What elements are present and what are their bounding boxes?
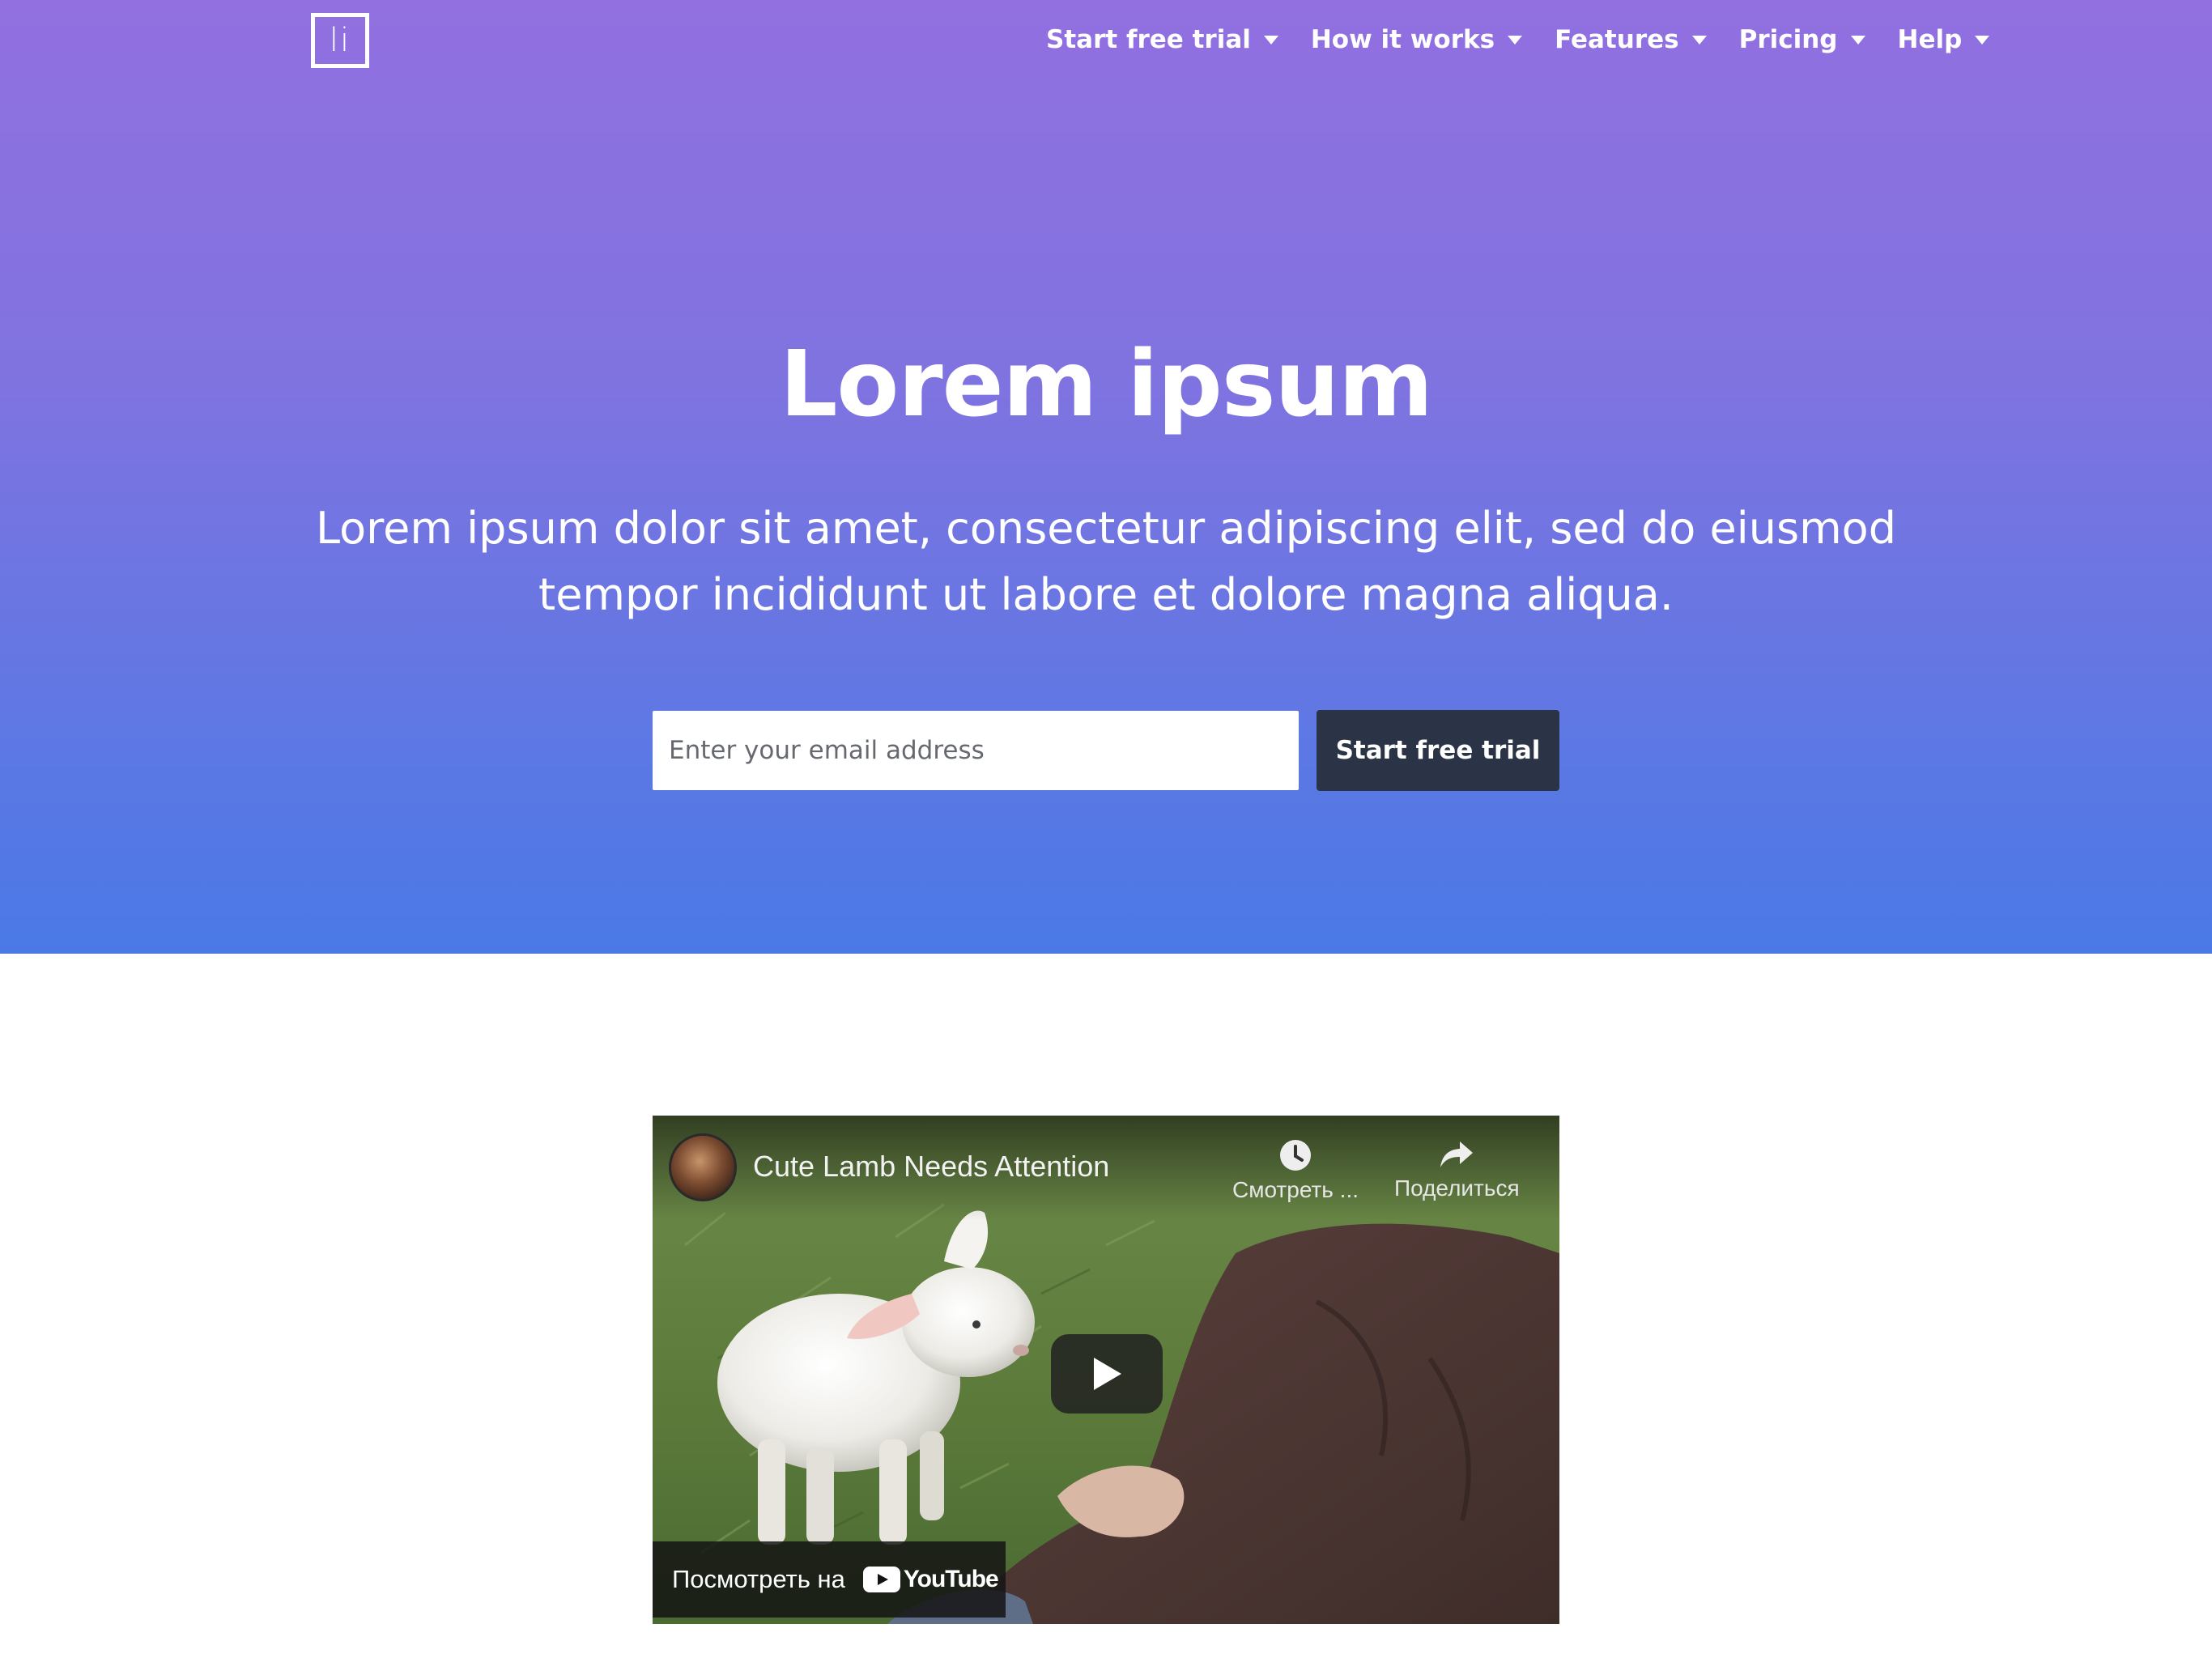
youtube-play-icon xyxy=(862,1567,900,1592)
youtube-logo: YouTube xyxy=(862,1566,999,1593)
play-button[interactable] xyxy=(1051,1334,1163,1414)
share-icon xyxy=(1440,1141,1474,1167)
video-embed[interactable]: Cute Lamb Needs Attention Смотреть ... П… xyxy=(653,1116,1559,1624)
nav-item-label: Features xyxy=(1555,25,1679,54)
play-icon xyxy=(1094,1358,1121,1390)
clock-icon xyxy=(1280,1140,1311,1171)
share-button[interactable]: Поделиться xyxy=(1394,1138,1520,1201)
watch-later-label: Смотреть ... xyxy=(1232,1177,1359,1202)
nav-item-start-free-trial[interactable]: Start free trial xyxy=(1046,25,1278,54)
caret-down-icon xyxy=(1263,35,1278,45)
watch-on-label: Посмотреть на xyxy=(672,1565,845,1593)
hero-subtitle: Lorem ipsum dolor sit amet, consectetur … xyxy=(296,495,1916,628)
main-nav: Start free trial How it works Features P… xyxy=(1046,19,1990,60)
site-logo[interactable]: li xyxy=(311,13,369,68)
nav-item-pricing[interactable]: Pricing xyxy=(1739,25,1865,54)
hero-title: Lorem ipsum xyxy=(780,332,1433,437)
hero-subtitle-line-1: Lorem ipsum dolor sit amet, consectetur … xyxy=(315,503,1896,554)
nav-item-how-it-works[interactable]: How it works xyxy=(1310,25,1523,54)
signup-form: Start free trial xyxy=(653,710,1559,791)
nav-item-label: Help xyxy=(1897,25,1963,54)
nav-item-features[interactable]: Features xyxy=(1555,25,1707,54)
watch-on-youtube-link[interactable]: Посмотреть на YouTube xyxy=(653,1541,1006,1618)
share-label: Поделиться xyxy=(1394,1175,1520,1201)
caret-down-icon xyxy=(1975,35,1990,45)
watch-later-button[interactable]: Смотреть ... xyxy=(1232,1138,1359,1203)
nav-item-label: How it works xyxy=(1310,25,1495,54)
nav-item-label: Pricing xyxy=(1738,25,1838,54)
start-free-trial-button[interactable]: Start free trial xyxy=(1317,710,1559,791)
caret-down-icon xyxy=(1508,35,1523,45)
nav-item-help[interactable]: Help xyxy=(1898,25,1990,54)
caret-down-icon xyxy=(1850,35,1865,45)
hero-section: li Start free trial How it works Feature… xyxy=(0,0,2212,954)
caret-down-icon xyxy=(1691,35,1707,45)
youtube-wordmark: YouTube xyxy=(903,1566,999,1592)
nav-item-label: Start free trial xyxy=(1046,25,1251,54)
hero-subtitle-line-2: tempor incididunt ut labore et dolore ma… xyxy=(538,569,1674,620)
email-input[interactable] xyxy=(653,711,1299,790)
logo-text: li xyxy=(329,22,351,59)
channel-avatar[interactable] xyxy=(669,1133,737,1201)
video-title[interactable]: Cute Lamb Needs Attention xyxy=(753,1150,1109,1184)
